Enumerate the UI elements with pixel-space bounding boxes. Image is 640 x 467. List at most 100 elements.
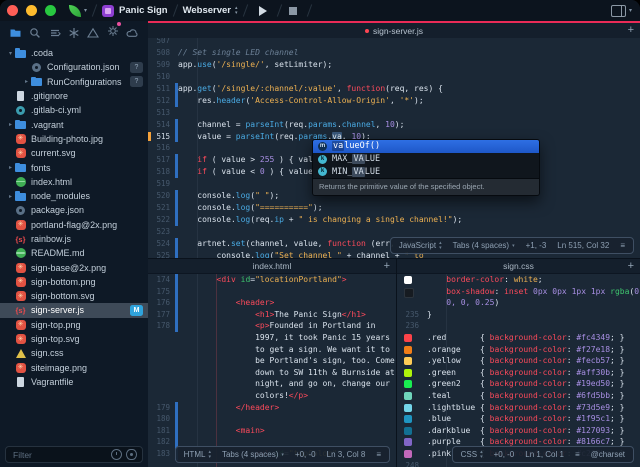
color-chip[interactable] xyxy=(404,415,412,423)
close-button[interactable] xyxy=(7,5,18,16)
code-line[interactable]: be Portland's sign, too. Come xyxy=(148,355,396,367)
chevron-right-icon[interactable]: ▸ xyxy=(6,193,15,200)
status-item[interactable]: Ln 3, Col 8 xyxy=(327,450,366,459)
updown-chevron-icon[interactable]: ▴▾ xyxy=(235,6,238,15)
code-line[interactable]: 181 <main> xyxy=(148,425,396,437)
code-line[interactable]: 514 channel = parseInt(req.params.channe… xyxy=(148,119,640,131)
tree-item[interactable]: ▾.coda xyxy=(0,46,148,60)
stop-button[interactable] xyxy=(289,7,297,15)
color-chip[interactable] xyxy=(404,427,412,435)
code-line[interactable]: colors!</p> xyxy=(148,390,396,402)
tree-item[interactable]: portland-flag@2x.png xyxy=(0,218,148,232)
code-line[interactable]: .red { background-color: #fc4349; } xyxy=(397,332,640,344)
color-chip[interactable] xyxy=(404,276,412,284)
tree-item[interactable]: sign-server.jsM xyxy=(0,303,148,317)
code-line[interactable]: 235} xyxy=(397,309,640,321)
autocomplete-item[interactable]: kMAX_VALUE xyxy=(313,153,539,166)
editor-html[interactable]: 174 <div id="locationPortland">175176 <h… xyxy=(148,259,396,467)
color-chip[interactable] xyxy=(404,392,412,400)
chevron-right-icon[interactable]: ▸ xyxy=(22,78,31,85)
code-line[interactable]: 509app.use('/single/', setLimiter); xyxy=(148,59,640,71)
status-item[interactable]: ≡ xyxy=(575,450,580,459)
code-line[interactable]: .teal { background-color: #6fd5bb; } xyxy=(397,390,640,402)
code-line[interactable]: .yellow { background-color: #fecb57; } xyxy=(397,355,640,367)
tree-item[interactable]: rainbow.js xyxy=(0,232,148,246)
status-item[interactable]: Tabs (4 spaces)▾ xyxy=(222,450,284,459)
code-line[interactable]: 0, 0, 0.25) xyxy=(397,297,640,309)
code-line[interactable]: 178 <p>Founded in Portland in xyxy=(148,320,396,332)
code-line[interactable]: .green { background-color: #aff30b; } xyxy=(397,367,640,379)
code-line[interactable]: box-shadow: inset 0px 0px 1px 1px rgba(0… xyxy=(397,286,640,298)
color-chip[interactable] xyxy=(404,288,414,298)
target-selector[interactable]: Webserver xyxy=(183,5,231,16)
status-item[interactable]: Ln 1, Col 1 xyxy=(525,450,564,459)
code-line[interactable]: 177 <h1>The Panic Sign</h1> xyxy=(148,309,396,321)
autocomplete-item[interactable]: mvalueOf() xyxy=(313,140,539,153)
publish-icon[interactable] xyxy=(49,27,61,39)
tree-item[interactable]: sign-top.png xyxy=(0,318,148,332)
tree-item[interactable]: ▸RunConfigurations? xyxy=(0,75,148,89)
tree-item[interactable]: current.svg xyxy=(0,146,148,160)
status-item[interactable]: ≡ xyxy=(620,241,625,250)
editor-css[interactable]: border-color: white; box-shadow: inset 0… xyxy=(397,259,640,467)
code-line[interactable]: 522 console.log(req.ip + " is changing a… xyxy=(148,214,640,226)
code-line[interactable]: 175 xyxy=(148,286,396,298)
code-line[interactable]: 521 console.log("=========="); xyxy=(148,202,640,214)
status-item[interactable]: HTML▴▾ xyxy=(184,450,211,459)
status-item[interactable]: +1, -3 xyxy=(526,241,547,250)
code-line[interactable]: 512 res.header('Access-Control-Allow-Ori… xyxy=(148,95,640,107)
code-line[interactable]: down to SW 11th & Burnside at xyxy=(148,367,396,379)
code-line[interactable]: 1997, it took Panic 15 years xyxy=(148,332,396,344)
autocomplete-item[interactable]: kMIN_VALUE xyxy=(313,166,539,179)
status-item[interactable]: @charset xyxy=(591,450,625,459)
new-tab-button[interactable]: + xyxy=(628,259,634,273)
code-line[interactable]: 180 xyxy=(148,413,396,425)
tree-item[interactable]: sign-base@2x.png xyxy=(0,260,148,274)
run-button[interactable] xyxy=(259,6,267,16)
code-line[interactable]: night, and go on, change our xyxy=(148,378,396,390)
chevron-down-icon[interactable]: ▾ xyxy=(629,7,632,14)
panel-toggle-icon[interactable] xyxy=(611,5,626,17)
code-line[interactable]: 513 xyxy=(148,107,640,119)
code-line[interactable]: 236 xyxy=(397,320,640,332)
tab-sign-server[interactable]: sign-server.js xyxy=(373,26,423,36)
project-name[interactable]: Panic Sign xyxy=(119,5,168,16)
leaf-app-icon[interactable] xyxy=(69,5,81,17)
color-chip[interactable] xyxy=(404,369,412,377)
recent-files-icon[interactable] xyxy=(111,449,122,460)
filter-input[interactable] xyxy=(11,449,107,461)
tree-item[interactable]: index.html xyxy=(0,175,148,189)
tree-item[interactable]: package.json xyxy=(0,203,148,217)
chevron-right-icon[interactable]: ▸ xyxy=(6,121,15,128)
code-line[interactable]: to get a sign. We want it to xyxy=(148,344,396,356)
tree-item[interactable]: ▸fonts xyxy=(0,160,148,174)
tree-item[interactable]: Configuration.json? xyxy=(0,60,148,74)
chevron-down-icon[interactable]: ▾ xyxy=(84,7,87,14)
code-line[interactable]: border-color: white; xyxy=(397,274,640,286)
clips-icon[interactable] xyxy=(68,27,80,39)
code-line[interactable]: 176 <header> xyxy=(148,297,396,309)
search-icon[interactable] xyxy=(29,27,41,39)
status-item[interactable]: +0, -0 xyxy=(295,450,316,459)
tree-item[interactable]: ▸node_modules xyxy=(0,189,148,203)
extensions-icon[interactable] xyxy=(107,25,119,37)
tree-item[interactable]: ▸.vagrant xyxy=(0,117,148,131)
status-item[interactable]: Ln 515, Col 32 xyxy=(557,241,609,250)
status-item[interactable]: +0, -0 xyxy=(494,450,515,459)
chevron-down-icon[interactable]: ▾ xyxy=(6,50,15,57)
code-line[interactable]: .lightblue { background-color: #73d5e9; … xyxy=(397,402,640,414)
tree-item[interactable]: sign-top.svg xyxy=(0,332,148,346)
status-item[interactable]: CSS▴▾ xyxy=(461,450,483,459)
code-line[interactable]: .darkblue { background-color: #127093; } xyxy=(397,425,640,437)
tree-item[interactable]: .gitlab-ci.yml xyxy=(0,103,148,117)
color-chip[interactable] xyxy=(404,450,412,458)
code-line[interactable]: 179 </header> xyxy=(148,402,396,414)
zoom-button[interactable] xyxy=(45,5,56,16)
code-line[interactable]: .green2 { background-color: #19ed50; } xyxy=(397,378,640,390)
minimize-button[interactable] xyxy=(26,5,37,16)
code-line[interactable]: 174 <div id="locationPortland"> xyxy=(148,274,396,286)
code-line[interactable]: 508// Set single LED channel xyxy=(148,47,640,59)
new-tab-button[interactable]: + xyxy=(628,24,634,37)
color-chip[interactable] xyxy=(404,404,412,412)
color-chip[interactable] xyxy=(404,346,412,354)
